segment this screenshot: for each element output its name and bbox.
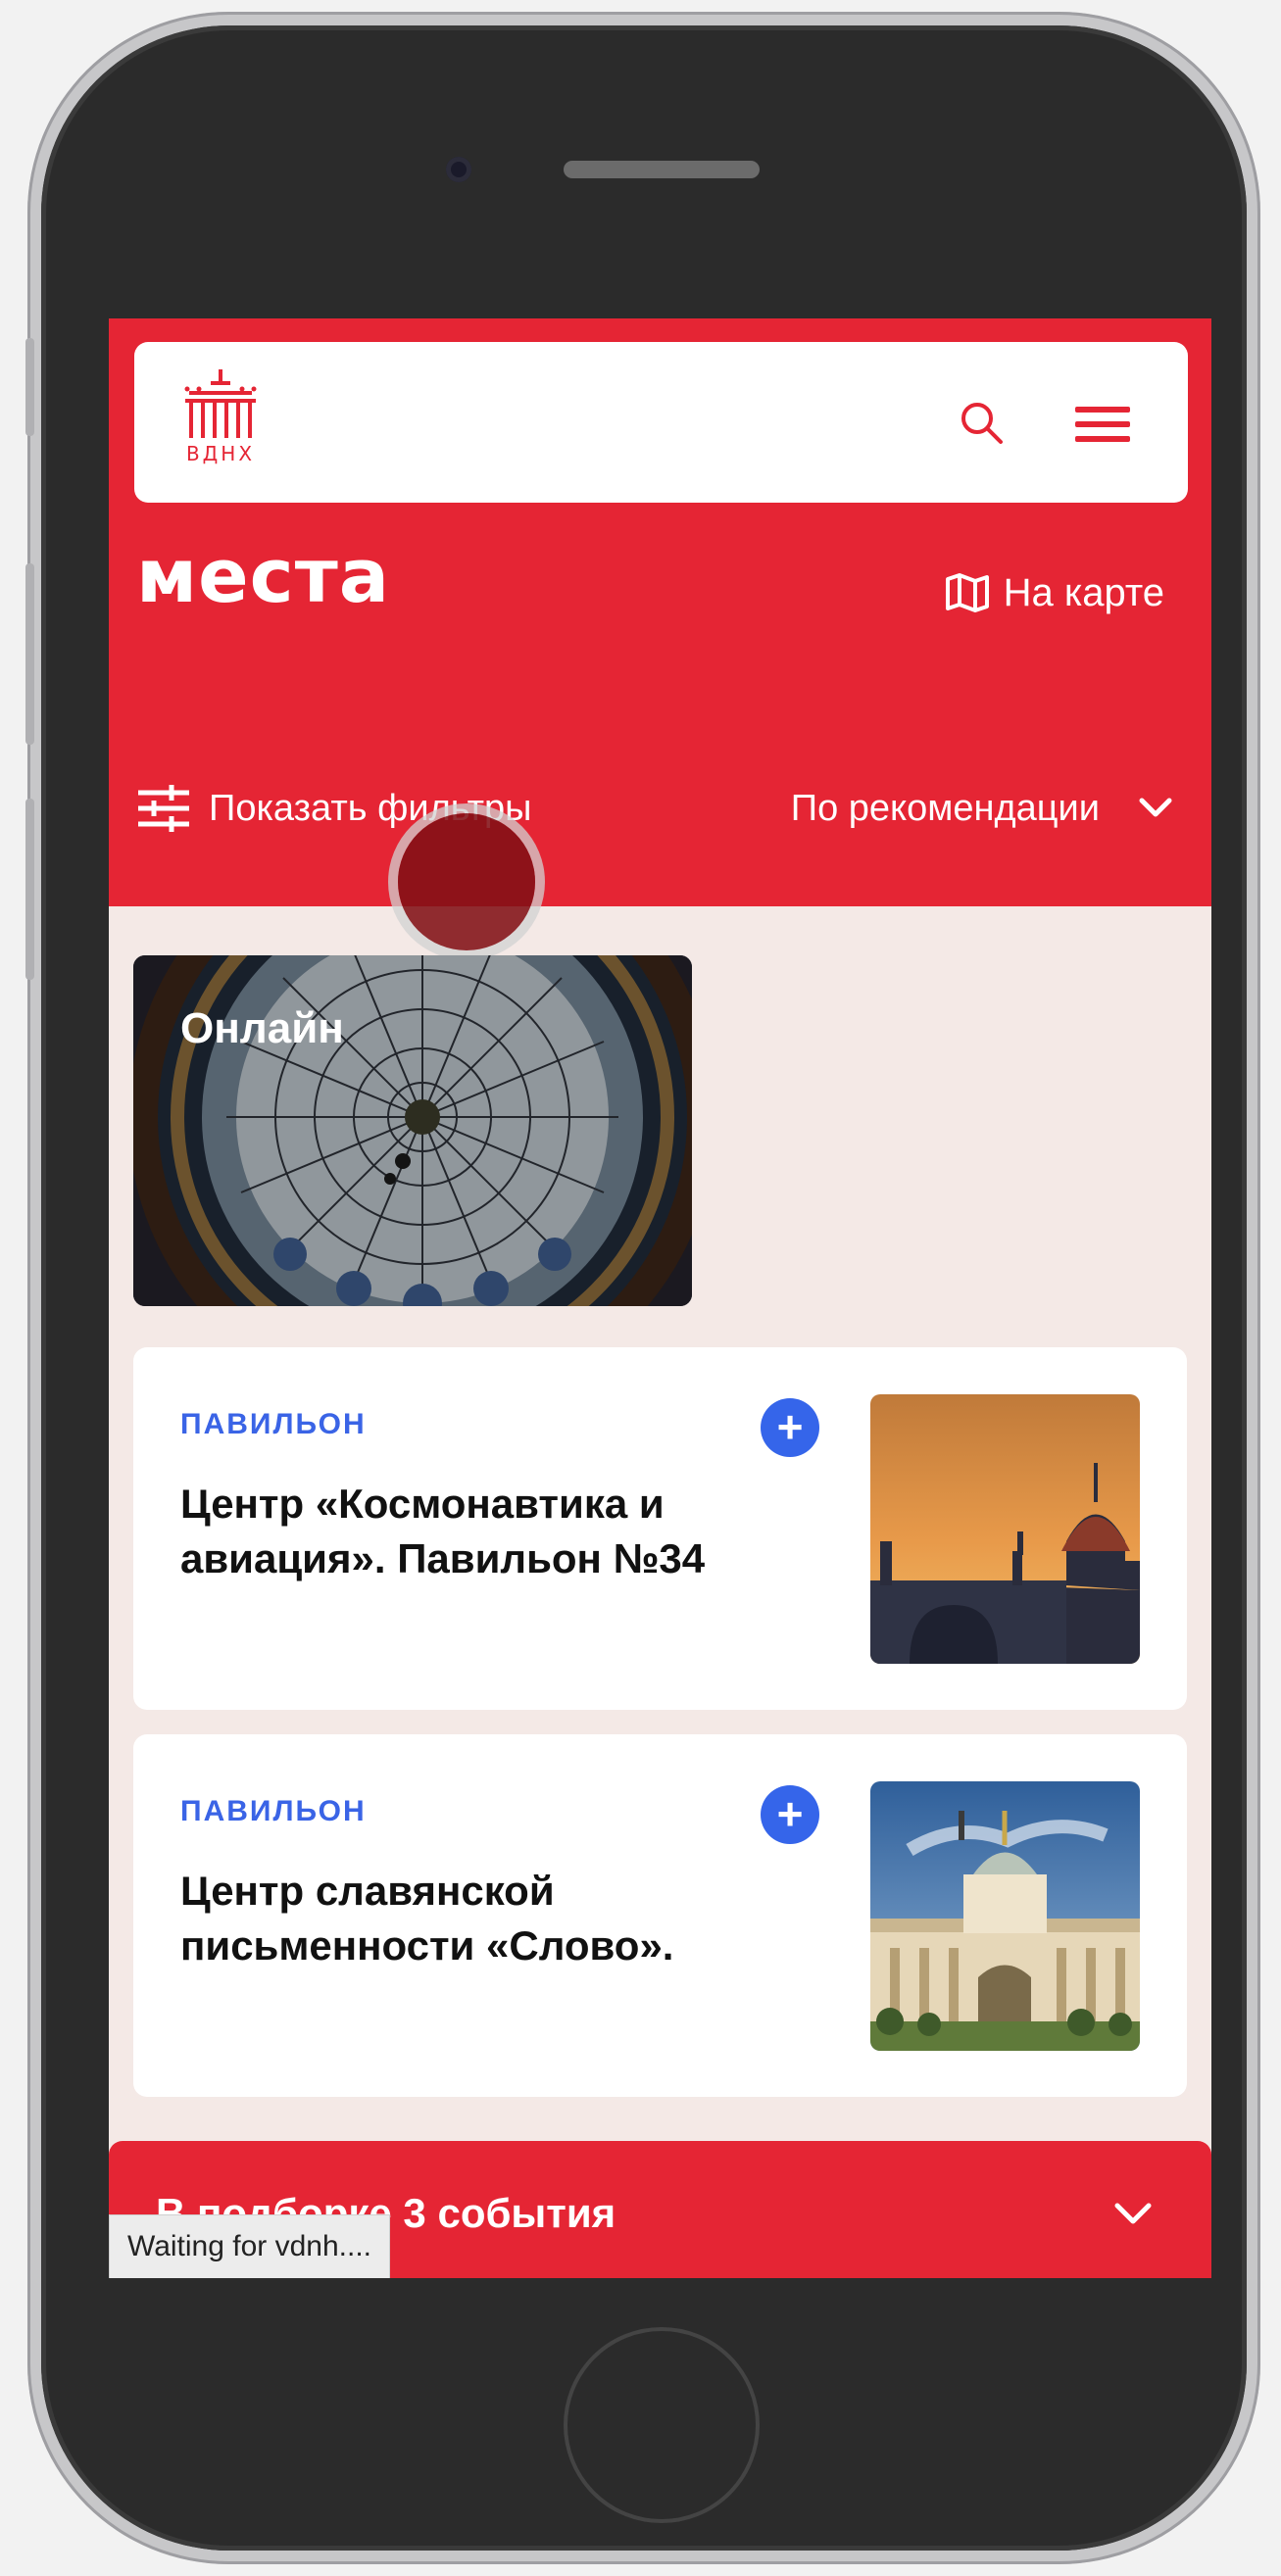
home-button[interactable] bbox=[564, 2327, 760, 2523]
browser-status-tooltip: Waiting for vdnh.... bbox=[109, 2214, 390, 2278]
map-view-label: На карте bbox=[1003, 570, 1164, 614]
add-to-collection-button[interactable]: + bbox=[761, 1785, 819, 1844]
hamburger-menu-icon[interactable] bbox=[1075, 407, 1130, 442]
screen: ВДНХ места На карте Показать фильтры По … bbox=[109, 318, 1211, 2278]
sort-dropdown[interactable]: По рекомендации bbox=[791, 779, 1172, 838]
top-bar: ВДНХ bbox=[134, 342, 1188, 503]
map-view-button[interactable]: На карте bbox=[945, 563, 1164, 622]
add-to-collection-button[interactable]: + bbox=[761, 1398, 819, 1457]
map-icon bbox=[945, 573, 989, 612]
place-card[interactable]: ПАВИЛЬОН + Центр «Космонавтика и авиация… bbox=[133, 1347, 1187, 1710]
page-header: ВДНХ места На карте Показать фильтры По … bbox=[109, 318, 1211, 906]
place-title[interactable]: Центр «Космонавтика и авиация». Павильон… bbox=[180, 1477, 847, 1586]
chevron-down-icon bbox=[1139, 798, 1172, 817]
vdnh-logo[interactable]: ВДНХ bbox=[181, 367, 260, 475]
place-thumbnail bbox=[870, 1394, 1140, 1664]
touch-indicator bbox=[398, 813, 535, 950]
sort-label: По рекомендации bbox=[790, 787, 1100, 829]
search-icon[interactable] bbox=[958, 399, 1005, 446]
page-title: места bbox=[136, 532, 391, 619]
logo-text: ВДНХ bbox=[185, 442, 256, 465]
pavilion-photo bbox=[870, 1781, 1140, 2051]
vdnh-logo-icon bbox=[184, 369, 257, 438]
chevron-down-icon bbox=[1114, 2203, 1152, 2224]
place-card[interactable]: ПАВИЛЬОН + Центр славянской письменности… bbox=[133, 1734, 1187, 2097]
mute-switch bbox=[25, 338, 34, 436]
pavilion-sunset-photo bbox=[870, 1394, 1140, 1664]
front-camera bbox=[446, 157, 471, 182]
place-type-tag: ПАВИЛЬОН bbox=[180, 1408, 367, 1440]
volume-up-button bbox=[25, 563, 34, 745]
place-thumbnail bbox=[870, 1781, 1140, 2051]
place-type-tag: ПАВИЛЬОН bbox=[180, 1795, 367, 1827]
volume-down-button bbox=[25, 799, 34, 980]
online-category-card[interactable]: Онлайн bbox=[133, 955, 692, 1306]
place-title[interactable]: Центр славянской письменности «Слово». bbox=[180, 1864, 847, 1973]
earpiece-speaker bbox=[564, 161, 760, 178]
online-card-label: Онлайн bbox=[180, 1004, 344, 1052]
filter-sliders-icon bbox=[138, 785, 189, 832]
